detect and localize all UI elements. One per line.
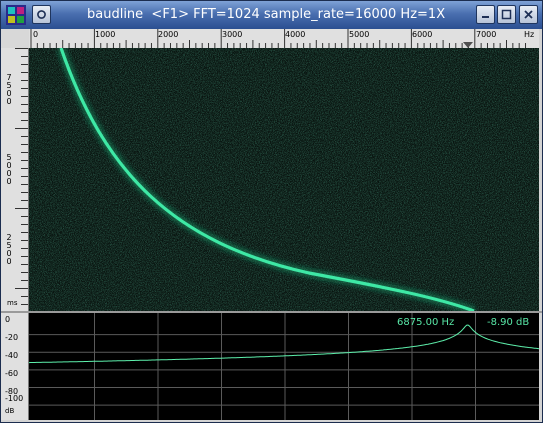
spectrum-plot[interactable]: 6875.00 Hz -8.90 dB (29, 313, 539, 420)
minimize-icon (482, 16, 489, 18)
time-label-2500: 2500 (6, 233, 12, 266)
window-title: baudline <F1> FFT=1024 sample_rate=16000… (87, 7, 446, 22)
freq-tick-label-1000: 1000 (95, 30, 116, 39)
db-unit-label: dB (5, 407, 15, 415)
db-tick-label-20: -20 (5, 333, 19, 342)
maximize-icon (501, 9, 512, 20)
freq-tick-label-3000: 3000 (222, 30, 243, 39)
db-tick-label-100: -100 (5, 394, 24, 403)
app-icon[interactable] (6, 5, 26, 25)
db-tick-label-40: -40 (5, 351, 19, 360)
time-label-5000: 5000 (6, 153, 12, 186)
window-menu-icon (37, 10, 46, 19)
freq-tick-label-4000: 4000 (285, 30, 306, 39)
ruler-corner (1, 29, 30, 49)
freq-tick-label-7000: 7000 (476, 30, 497, 39)
readout-level: -8.90 dB (487, 317, 530, 328)
freq-tick-label-2000: 2000 (158, 30, 179, 39)
window-menu-button[interactable] (32, 5, 51, 24)
spectrogram-display[interactable] (29, 48, 539, 311)
db-tick-label-60: -60 (5, 369, 19, 378)
readout-frequency: 6875.00 Hz (397, 317, 455, 328)
baudline-window: baudline <F1> FFT=1024 sample_rate=16000… (0, 0, 543, 423)
freq-unit-label: Hz (524, 30, 535, 39)
freq-tick-label-0: 0 (33, 30, 39, 39)
spectrogram-canvas (29, 48, 539, 311)
time-unit-label: ms (7, 299, 18, 307)
close-icon (524, 10, 533, 19)
spectrum-trace (29, 324, 539, 364)
spectrum-canvas (29, 313, 539, 420)
db-tick-label-0: 0 (5, 315, 11, 324)
time-label-7500: 7500 (6, 73, 12, 106)
title-bar[interactable]: baudline <F1> FFT=1024 sample_rate=16000… (1, 1, 542, 29)
freq-tick-label-6000: 6000 (412, 30, 433, 39)
freq-tick-label-5000: 5000 (349, 30, 370, 39)
time-ruler[interactable]: 7500 5000 2500 ms (1, 48, 29, 311)
close-button[interactable] (519, 5, 538, 24)
frequency-ruler[interactable]: 0 1000 2000 3000 4000 5000 6000 7000 Hz (29, 29, 539, 49)
maximize-button[interactable] (497, 5, 516, 24)
db-axis: 0 -20 -40 -60 -80 -100 dB (1, 313, 29, 420)
minimize-button[interactable] (476, 5, 495, 24)
